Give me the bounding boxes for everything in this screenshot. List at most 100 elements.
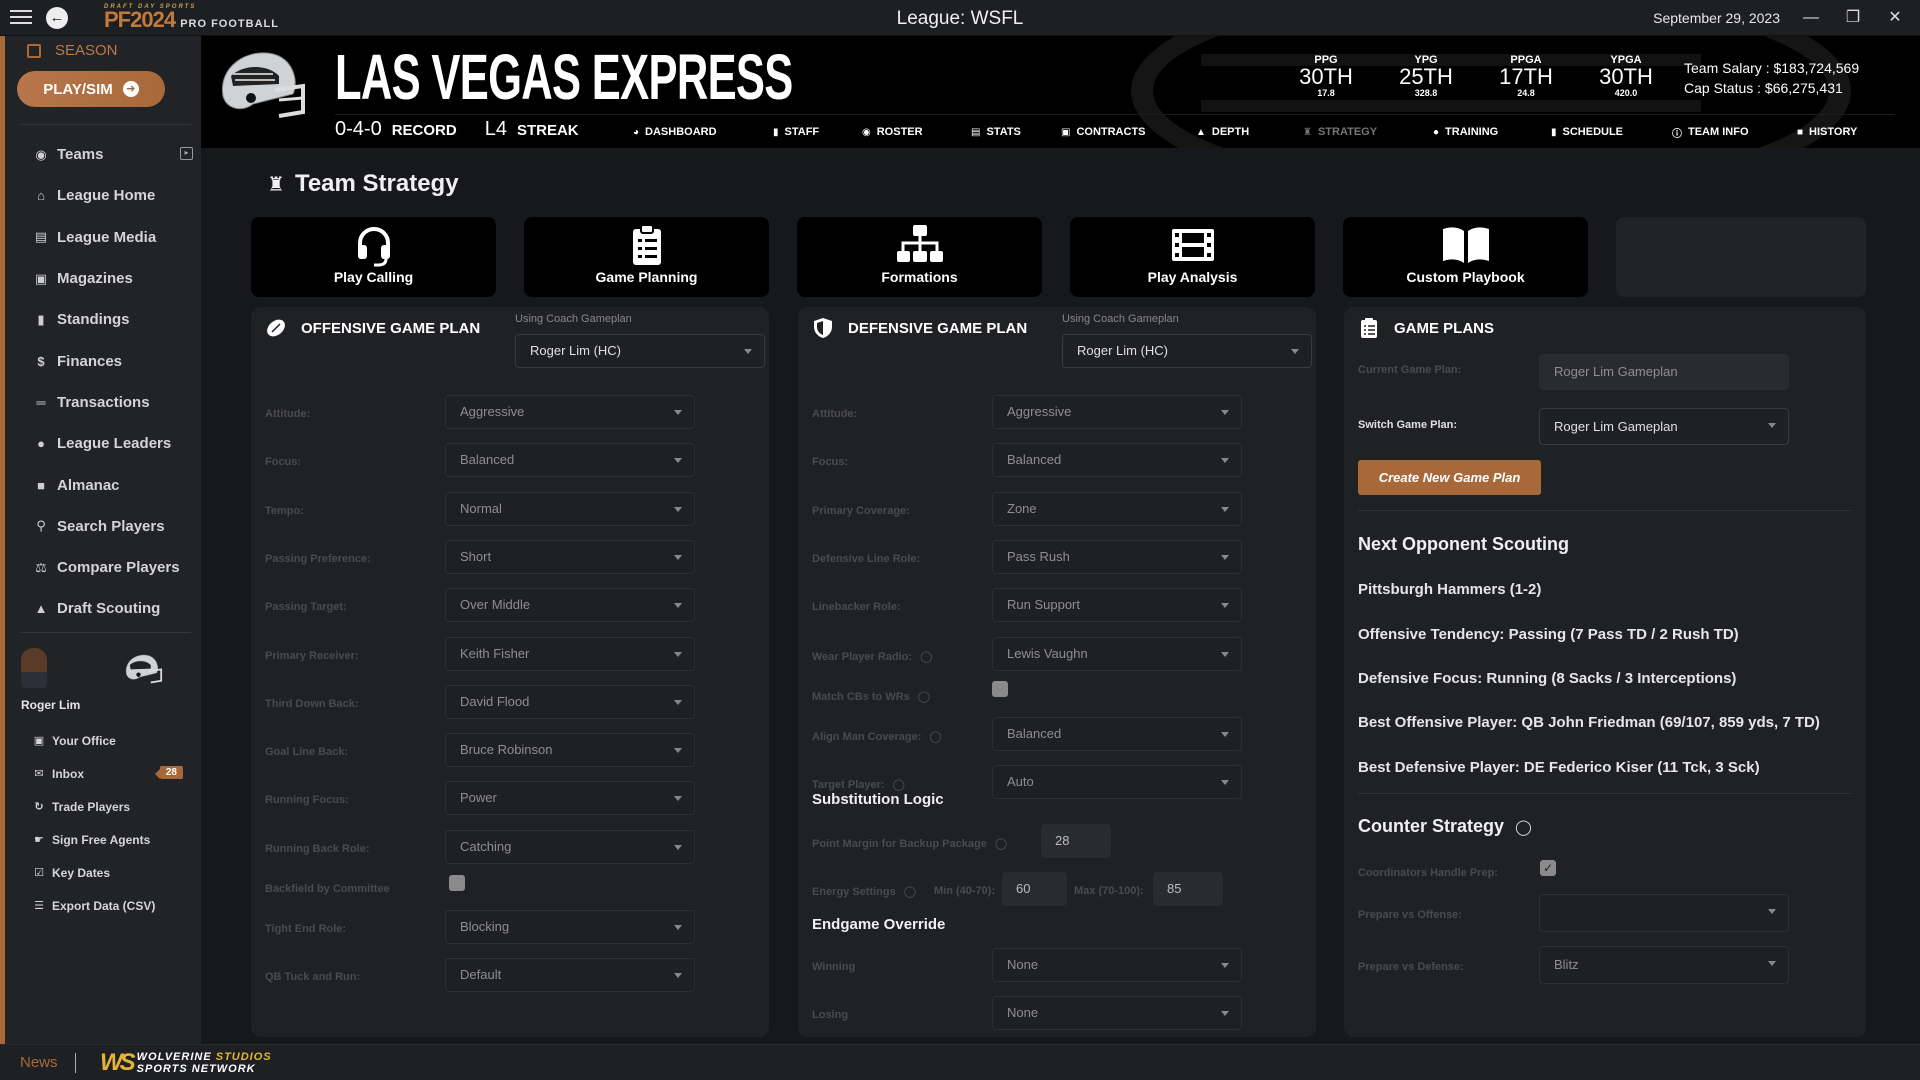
sidebar-item-finances[interactable]: $ Finances (33, 340, 193, 381)
sidebar-item-sign-free-agents[interactable]: ☛ Sign Free Agents (33, 823, 183, 856)
losing-select[interactable]: None (992, 996, 1242, 1030)
offense-field-select[interactable]: Short (445, 539, 695, 574)
energy-min-input[interactable]: 60 (1002, 872, 1067, 906)
sidebar-item-league-media[interactable]: ▤ League Media (33, 217, 193, 258)
tile-play-analysis[interactable]: Play Analysis (1070, 217, 1315, 297)
sidebar-item-inbox[interactable]: ✉ Inbox 28 (33, 757, 183, 790)
tile-play-calling[interactable]: Play Calling (251, 217, 496, 297)
coach-profile[interactable]: Roger Lim (21, 648, 80, 712)
tab-label: DEPTH (1211, 126, 1250, 138)
tab-contracts[interactable]: ▣ CONTRACTS (1061, 122, 1196, 142)
restore-icon[interactable]: ❐ (1838, 5, 1868, 31)
energy-max-input[interactable]: 85 (1153, 872, 1223, 906)
lightbulb-icon[interactable]: ◯ (929, 730, 941, 743)
create-new-game-plan-button[interactable]: Create New Game Plan (1358, 460, 1541, 495)
defense-field-select[interactable]: Balanced (992, 716, 1242, 751)
sidebar-item-search-players[interactable]: ⚲ Search Players (33, 506, 193, 547)
offense-field-select[interactable]: Power (445, 781, 695, 816)
season-link[interactable]: SEASON (27, 42, 118, 59)
close-icon[interactable]: ✕ (1880, 5, 1910, 31)
tab-team-info[interactable]: ⓘ TEAM INFO (1672, 122, 1797, 142)
coach-name: Roger Lim (21, 698, 81, 712)
game-plans-panel: GAME PLANS Current Game Plan: Roger Lim … (1344, 307, 1866, 1037)
tab-staff[interactable]: ▮ STAFF (773, 122, 862, 142)
defensive-game-plan-panel: DEFENSIVE GAME PLAN Using Coach Gameplan… (798, 307, 1316, 1037)
offense-field-select[interactable]: Over Middle (445, 588, 695, 623)
point-margin-label-text: Point Margin for Backup Package (812, 838, 987, 850)
offense-field-select[interactable]: Aggressive (445, 395, 695, 429)
sidebar-item-label: League Media (57, 228, 157, 246)
users-icon: ● (37, 436, 45, 452)
defense-field-select[interactable]: Run Support (992, 588, 1242, 623)
lightbulb-icon[interactable]: ◯ (904, 885, 916, 898)
news-link[interactable]: News (20, 1054, 58, 1071)
coordinators-handle-prep-checkbox[interactable]: ✓ (1540, 860, 1556, 876)
defense-field-label-text: Linebacker Role: (812, 601, 901, 614)
sidebar-item-magazines[interactable]: ▣ Magazines (33, 258, 193, 299)
prepare-vs-offense-select[interactable] (1539, 894, 1789, 932)
lightbulb-icon[interactable]: ◯ (1515, 819, 1532, 836)
panel-title: GAME PLANS (1394, 319, 1495, 337)
hamburger-menu-icon[interactable] (8, 6, 34, 28)
defense-field-select[interactable]: Zone (992, 491, 1242, 526)
offense-field-select[interactable]: Keith Fisher (445, 636, 695, 671)
tab-training[interactable]: ● TRAINING (1433, 122, 1551, 142)
tile-custom-playbook[interactable]: Custom Playbook (1343, 217, 1588, 297)
offense-coach-select[interactable]: Roger Lim (HC) (515, 334, 765, 368)
sidebar-item-trade-players[interactable]: ↻ Trade Players (33, 790, 183, 823)
stat-value: 328.8 (1414, 88, 1438, 98)
defense-field-select[interactable]: Lewis Vaughn (992, 636, 1242, 671)
sidebar-item-league-home[interactable]: ⌂ League Home (33, 175, 193, 216)
tab-stats[interactable]: ▤ STATS (971, 122, 1061, 142)
tab-strategy[interactable]: ♜ STRATEGY (1303, 122, 1433, 142)
tile-game-planning[interactable]: Game Planning (524, 217, 769, 297)
lightbulb-icon[interactable]: ◯ (918, 690, 930, 703)
play-sim-button[interactable]: PLAY/SIM ➜ (17, 71, 165, 107)
point-margin-input[interactable]: 28 (1041, 824, 1111, 858)
back-arrow-icon[interactable]: ← (46, 7, 68, 29)
sidebar-item-key-dates[interactable]: ☑ Key Dates (33, 856, 183, 889)
offense-field-select[interactable]: Balanced (445, 443, 695, 478)
sidebar-item-export-data[interactable]: ☰ Export Data (CSV) (33, 889, 183, 922)
minimize-icon[interactable]: — (1796, 5, 1826, 31)
offense-field-select[interactable]: Bruce Robinson (445, 733, 695, 768)
winning-select[interactable]: None (992, 948, 1242, 982)
sidebar-item-standings[interactable]: ▮ Standings (33, 299, 193, 340)
offense-field-select[interactable]: Blocking (445, 910, 695, 944)
sidebar-item-league-leaders[interactable]: ● League Leaders (33, 423, 193, 464)
sidebar-item-your-office[interactable]: ▣ Your Office (33, 724, 183, 757)
defense-field-select[interactable]: Auto (992, 765, 1242, 800)
lightbulb-icon[interactable]: ◯ (920, 650, 932, 663)
offense-field-select[interactable]: Catching (445, 829, 695, 864)
sidebar-item-draft-scouting[interactable]: ▲ Draft Scouting (33, 588, 193, 629)
counter-strategy-heading: Counter Strategy ◯ (1358, 816, 1532, 837)
defense-field-select[interactable]: Aggressive (992, 395, 1242, 429)
offense-field-select[interactable]: David Flood (445, 684, 695, 719)
offense-field-select[interactable]: Default (445, 958, 695, 993)
sidebar-nav: ◉ Teams ▸ ⌂ League Home ▤ League Media ▣ Maga… (33, 134, 193, 630)
lightbulb-icon[interactable]: ◯ (893, 778, 905, 791)
defense-field-select[interactable]: Pass Rush (992, 539, 1242, 574)
switch-game-plan-select[interactable]: Roger Lim Gameplan (1539, 408, 1789, 445)
tile-formations[interactable]: Formations (797, 217, 1042, 297)
tab-dashboard[interactable]: ◕ DASHBOARD (633, 122, 773, 142)
sidebar-item-teams[interactable]: ◉ Teams ▸ (33, 134, 193, 175)
sidebar-item-transactions[interactable]: ═ Transactions (33, 382, 193, 423)
tab-depth[interactable]: ▲ DEPTH (1196, 122, 1303, 142)
lightbulb-icon[interactable]: ◯ (995, 837, 1007, 850)
tab-roster[interactable]: ◉ ROSTER (862, 122, 971, 142)
defense-field-select[interactable]: Balanced (992, 443, 1242, 478)
match-cbs-checkbox[interactable] (992, 680, 1008, 697)
tab-schedule[interactable]: ▮ SCHEDULE (1551, 122, 1672, 142)
sidebar-item-compare-players[interactable]: ⚖ Compare Players (33, 547, 193, 588)
sidebar: SEASON PLAY/SIM ➜ ◉ Teams ▸ ⌂ League Home ▤… (0, 36, 201, 1044)
staff-icon: ▮ (773, 126, 779, 138)
defense-coach-select[interactable]: Roger Lim (HC) (1062, 334, 1312, 368)
offense-field-select[interactable]: Normal (445, 491, 695, 526)
tab-history[interactable]: ■ HISTORY (1797, 122, 1887, 142)
prepare-vs-defense-select[interactable]: Blitz (1539, 946, 1789, 984)
backfield-by-committee-checkbox[interactable] (449, 875, 465, 891)
expand-icon[interactable]: ▸ (180, 147, 193, 160)
sidebar-item-almanac[interactable]: ■ Almanac (33, 464, 193, 505)
home-icon: ⌂ (37, 188, 45, 204)
